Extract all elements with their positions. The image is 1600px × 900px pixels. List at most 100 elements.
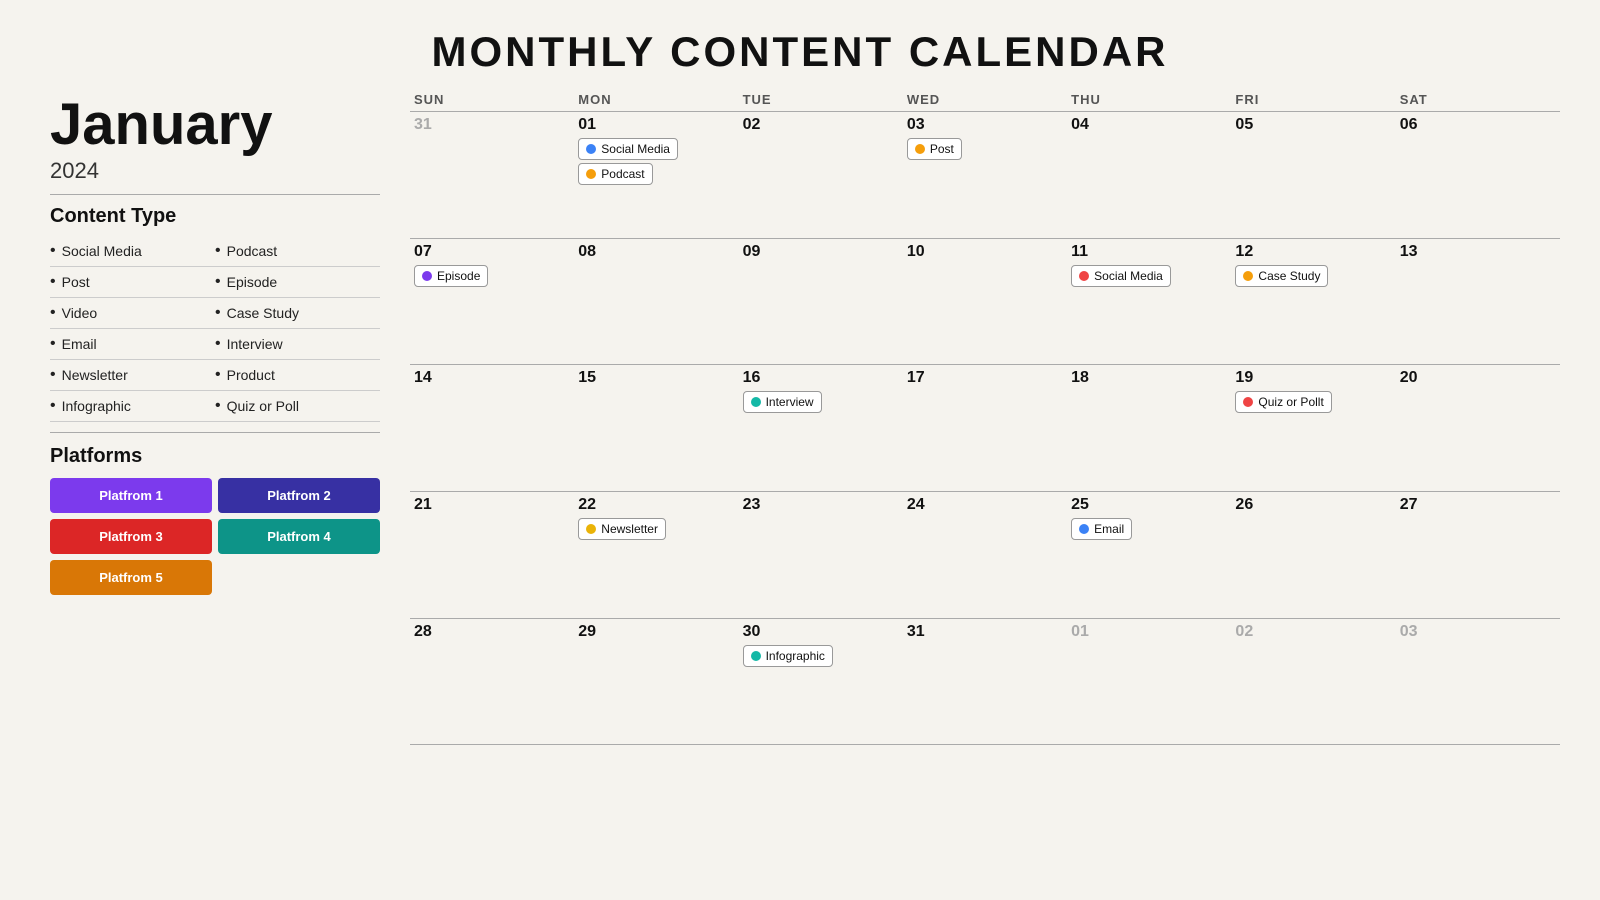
day-number: 16 <box>743 369 899 387</box>
calendar-cell: 13 <box>1396 239 1560 366</box>
day-number: 31 <box>907 623 1063 641</box>
event-tag[interactable]: Social Media <box>578 138 678 160</box>
event-label: Post <box>930 142 954 156</box>
calendar-cell: 30 Infographic <box>739 619 903 746</box>
calendar-cell: 05 <box>1231 112 1395 239</box>
event-label: Quiz or Pollt <box>1258 395 1323 409</box>
day-number: 27 <box>1400 496 1556 514</box>
platform-button-p5[interactable]: Platfrom 5 <box>50 560 212 595</box>
event-tag[interactable]: Email <box>1071 518 1132 540</box>
event-dot <box>751 397 761 407</box>
platform-button-p4[interactable]: Platfrom 4 <box>218 519 380 554</box>
day-number: 28 <box>414 623 570 641</box>
day-number: 26 <box>1235 496 1391 514</box>
calendar-cell: 08 <box>574 239 738 366</box>
calendar-grid: 3101Social MediaPodcast0203Post04050607E… <box>410 112 1560 872</box>
calendar-cell: 18 <box>1067 365 1231 492</box>
calendar-cell: 31 <box>903 619 1067 746</box>
calendar-area: SUNMONTUEWEDTHUFRISAT 31 01 Social Media Po… <box>400 86 1570 900</box>
event-label: Email <box>1094 522 1124 536</box>
day-number: 06 <box>1400 116 1556 134</box>
day-number: 29 <box>578 623 734 641</box>
event-tag[interactable]: Infographic <box>743 645 833 667</box>
day-header: FRI <box>1231 86 1395 112</box>
day-number: 01 <box>1071 623 1227 641</box>
event-tag[interactable]: Interview <box>743 391 822 413</box>
platforms-heading: Platforms <box>50 445 380 468</box>
day-number: 02 <box>1235 623 1391 641</box>
calendar-cell: 26 <box>1231 492 1395 619</box>
event-label: Social Media <box>1094 269 1163 283</box>
calendar-cell: 04 <box>1067 112 1231 239</box>
event-tag[interactable]: Episode <box>414 265 488 287</box>
content-type-item: Video <box>50 298 215 329</box>
day-number: 25 <box>1071 496 1227 514</box>
day-number: 12 <box>1235 243 1391 261</box>
day-number: 04 <box>1071 116 1227 134</box>
calendar-cell: 19Quiz or Pollt <box>1231 365 1395 492</box>
calendar-cell: 01Social MediaPodcast <box>574 112 738 239</box>
calendar-cell: 28 <box>410 619 574 746</box>
day-number: 14 <box>414 369 570 387</box>
event-dot <box>586 524 596 534</box>
content-type-item: Interview <box>215 329 380 360</box>
day-number: 30 <box>743 623 899 641</box>
event-dot <box>751 651 761 661</box>
calendar-cell: 06 <box>1396 112 1560 239</box>
content-type-item: Product <box>215 360 380 391</box>
calendar-cell: 02 <box>739 112 903 239</box>
day-header: THU <box>1067 86 1231 112</box>
event-dot <box>915 144 925 154</box>
calendar-cell: 14 <box>410 365 574 492</box>
event-label: Case Study <box>1258 269 1320 283</box>
calendar-cell: 16 Interview <box>739 365 903 492</box>
calendar-cell: 03 <box>1396 619 1560 746</box>
event-tag[interactable]: Newsletter <box>578 518 666 540</box>
platforms-grid: Platfrom 1Platfrom 2Platfrom 3Platfrom 4… <box>50 478 380 595</box>
calendar-cell: 11Social Media <box>1067 239 1231 366</box>
calendar-cell: 10 <box>903 239 1067 366</box>
platform-button-p2[interactable]: Platfrom 2 <box>218 478 380 513</box>
platform-button-p3[interactable]: Platfrom 3 <box>50 519 212 554</box>
content-type-grid: Social MediaPodcastPostEpisodeVideoCase … <box>50 236 380 422</box>
day-number: 09 <box>743 243 899 261</box>
sidebar: January 2024 Content Type Social MediaPo… <box>30 86 400 900</box>
day-number: 07 <box>414 243 570 261</box>
day-number: 13 <box>1400 243 1556 261</box>
calendar-cell: 20 <box>1396 365 1560 492</box>
calendar-cell: 31 <box>410 112 574 239</box>
day-number: 18 <box>1071 369 1227 387</box>
page-title: MONTHLY CONTENT CALENDAR <box>431 28 1168 76</box>
calendar-cell: 03Post <box>903 112 1067 239</box>
content-type-item: Social Media <box>50 236 215 267</box>
day-header: MON <box>574 86 738 112</box>
day-number: 05 <box>1235 116 1391 134</box>
day-number: 31 <box>414 116 570 134</box>
day-number: 21 <box>414 496 570 514</box>
event-dot <box>1079 524 1089 534</box>
calendar-cell: 09 <box>739 239 903 366</box>
platform-button-p1[interactable]: Platfrom 1 <box>50 478 212 513</box>
content-type-item: Email <box>50 329 215 360</box>
calendar-header: SUNMONTUEWEDTHUFRISAT <box>410 86 1560 112</box>
day-number: 17 <box>907 369 1063 387</box>
content-type-item: Infographic <box>50 391 215 422</box>
content-type-item: Podcast <box>215 236 380 267</box>
event-tag[interactable]: Case Study <box>1235 265 1328 287</box>
event-label: Interview <box>766 395 814 409</box>
event-tag[interactable]: Social Media <box>1071 265 1171 287</box>
event-dot <box>422 271 432 281</box>
event-tag[interactable]: Post <box>907 138 962 160</box>
content-type-item: Newsletter <box>50 360 215 391</box>
calendar-cell: 17 <box>903 365 1067 492</box>
event-tag[interactable]: Quiz or Pollt <box>1235 391 1331 413</box>
event-label: Newsletter <box>601 522 658 536</box>
event-tag[interactable]: Podcast <box>578 163 652 185</box>
day-number: 10 <box>907 243 1063 261</box>
calendar-cell: 12 Case Study <box>1231 239 1395 366</box>
calendar-cell: 02 <box>1231 619 1395 746</box>
event-label: Episode <box>437 269 480 283</box>
day-number: 24 <box>907 496 1063 514</box>
calendar-cell: 22Newsletter <box>574 492 738 619</box>
day-number: 03 <box>1400 623 1556 641</box>
